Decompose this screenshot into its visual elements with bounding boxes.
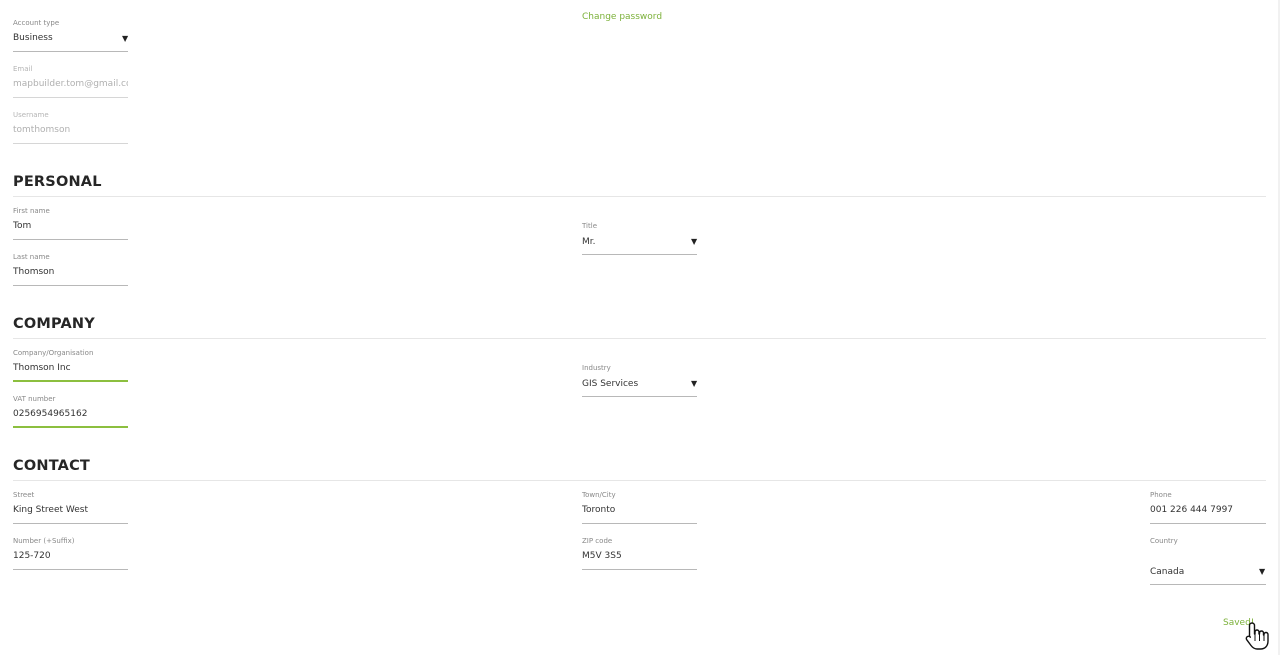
username-label: Username — [13, 111, 49, 119]
number-input[interactable]: 125-720 — [13, 551, 51, 561]
vat-label: VAT number — [13, 395, 56, 403]
email-value: mapbuilder.tom@gmail.com — [13, 79, 128, 89]
email-label: Email — [13, 65, 33, 73]
town-underline — [582, 523, 697, 524]
section-divider — [13, 480, 1266, 481]
last-name-underline — [13, 285, 128, 286]
vat-underline — [13, 426, 128, 428]
country-underline — [1150, 584, 1266, 585]
vat-input[interactable]: 0256954965162 — [13, 409, 87, 419]
phone-input[interactable]: 001 226 444 7997 — [1150, 505, 1233, 515]
street-underline — [13, 523, 128, 524]
username-value: tomthomson — [13, 125, 71, 135]
caret-down-icon[interactable]: ▼ — [122, 34, 128, 44]
zip-underline — [582, 569, 697, 570]
last-name-label: Last name — [13, 253, 50, 261]
organisation-underline — [13, 380, 128, 382]
phone-underline — [1150, 523, 1266, 524]
last-name-input[interactable]: Thomson — [13, 267, 54, 277]
organisation-input[interactable]: Thomson Inc — [13, 363, 71, 373]
section-title-personal: PERSONAL — [13, 174, 102, 190]
industry-select[interactable]: GIS Services — [582, 379, 638, 389]
first-name-input[interactable]: Tom — [13, 221, 31, 231]
zip-input[interactable]: M5V 3S5 — [582, 551, 622, 561]
hand-pointer-icon — [1245, 622, 1269, 650]
number-underline — [13, 569, 128, 570]
town-label: Town/City — [582, 491, 616, 499]
title-label: Title — [582, 222, 598, 230]
account-type-underline — [13, 51, 128, 52]
organisation-label: Company/Organisation — [13, 349, 94, 357]
caret-down-icon[interactable]: ▼ — [1259, 567, 1265, 577]
change-password-link[interactable]: Change password — [582, 12, 662, 22]
section-title-contact: CONTACT — [13, 458, 91, 474]
email-underline — [13, 97, 128, 98]
country-select[interactable]: Canada — [1150, 567, 1184, 577]
first-name-label: First name — [13, 207, 50, 215]
street-label: Street — [13, 491, 35, 499]
country-label: Country — [1150, 537, 1178, 545]
caret-down-icon[interactable]: ▼ — [691, 379, 697, 389]
account-type-value[interactable]: Business — [13, 33, 53, 43]
industry-label: Industry — [582, 364, 611, 372]
username-underline — [13, 143, 128, 144]
title-underline — [582, 254, 697, 255]
phone-label: Phone — [1150, 491, 1172, 499]
first-name-underline — [13, 239, 128, 240]
zip-label: ZIP code — [582, 537, 613, 545]
section-title-company: COMPANY — [13, 316, 95, 332]
caret-down-icon[interactable]: ▼ — [691, 237, 697, 247]
street-input[interactable]: King Street West — [13, 505, 88, 515]
section-divider — [13, 196, 1266, 197]
section-divider — [13, 338, 1266, 339]
title-select[interactable]: Mr. — [582, 237, 596, 247]
number-label: Number (+Suffix) — [13, 537, 75, 545]
industry-underline — [582, 396, 697, 397]
town-input[interactable]: Toronto — [582, 505, 615, 515]
account-type-label: Account type — [13, 19, 60, 27]
